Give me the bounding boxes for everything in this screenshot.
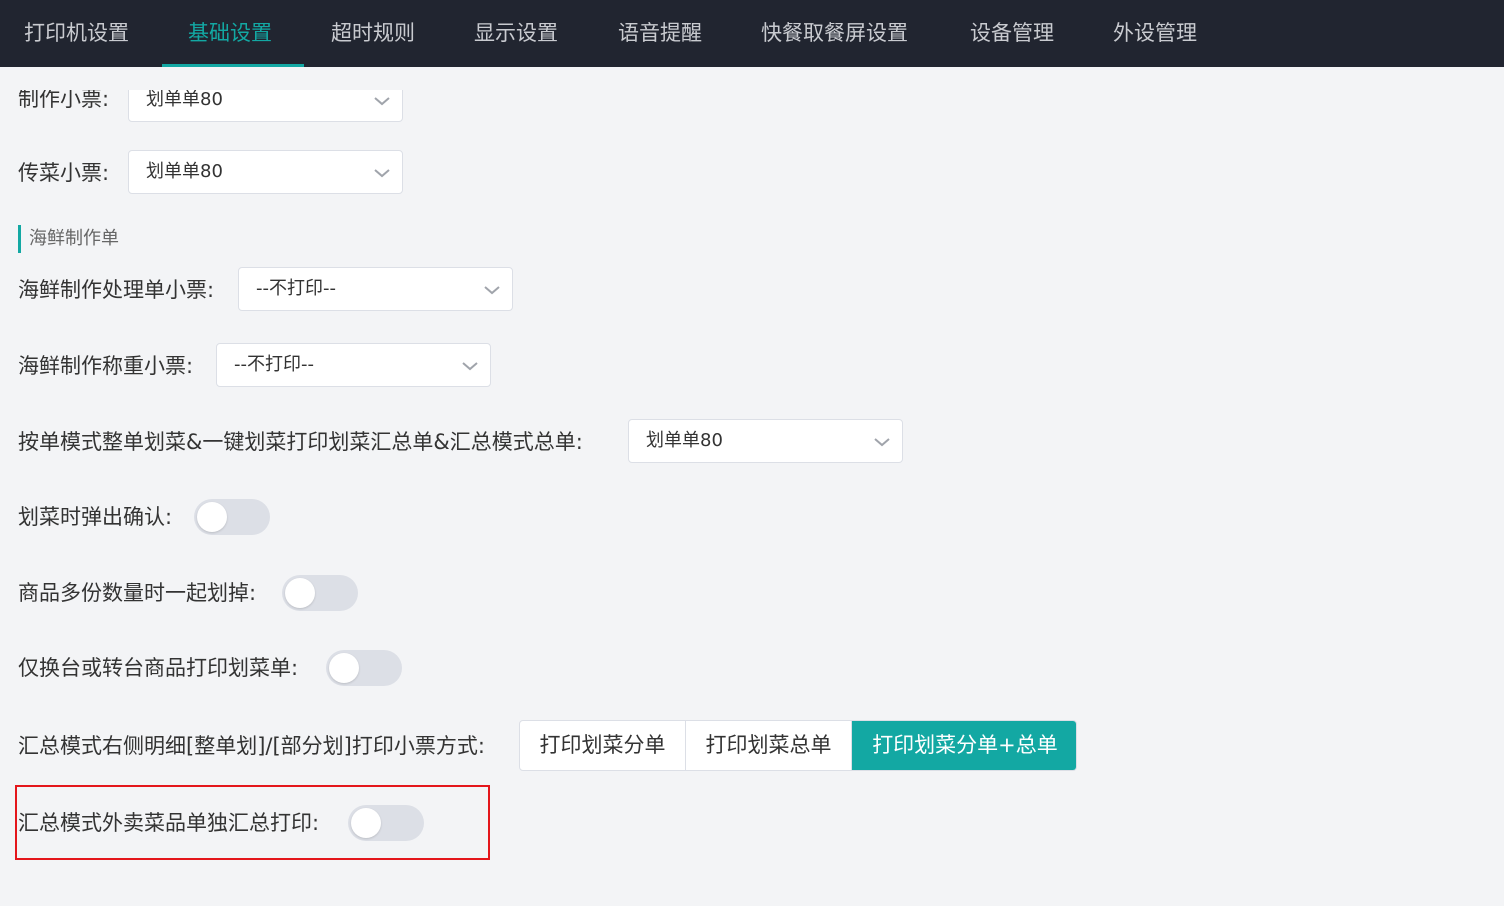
serve-ticket-select[interactable]: 划单单80 bbox=[128, 150, 403, 194]
confirm-popup-label: 划菜时弹出确认: bbox=[18, 505, 173, 529]
toggle-knob bbox=[351, 808, 381, 838]
print-split-button[interactable]: 打印划菜分单 bbox=[520, 721, 686, 770]
confirm-popup-toggle[interactable] bbox=[194, 499, 270, 535]
serve-ticket-label: 传菜小票: bbox=[18, 161, 110, 185]
print-mode-segmented: 打印划菜分单 打印划菜总单 打印划菜分单+总单 bbox=[519, 720, 1077, 771]
table-change-toggle[interactable] bbox=[326, 650, 402, 686]
tab-timeout-rules[interactable]: 超时规则 bbox=[331, 0, 415, 67]
summary-order-value: 划单单80 bbox=[646, 430, 723, 451]
toggle-knob bbox=[329, 653, 359, 683]
takeout-separate-toggle[interactable] bbox=[348, 805, 424, 841]
tab-device-management[interactable]: 设备管理 bbox=[970, 0, 1054, 67]
print-total-button[interactable]: 打印划菜总单 bbox=[686, 721, 852, 770]
toggle-knob bbox=[197, 502, 227, 532]
section-accent-bar bbox=[18, 225, 21, 253]
scroll-clip bbox=[0, 67, 1504, 90]
serve-ticket-value: 划单单80 bbox=[146, 161, 223, 182]
seafood-weigh-value: --不打印-- bbox=[234, 354, 314, 375]
seafood-process-label: 海鲜制作处理单小票: bbox=[18, 278, 215, 302]
tab-basic-settings[interactable]: 基础设置 bbox=[188, 0, 272, 67]
tab-printer-settings[interactable]: 打印机设置 bbox=[24, 0, 129, 67]
print-split-and-total-button[interactable]: 打印划菜分单+总单 bbox=[852, 721, 1076, 770]
seafood-process-value: --不打印-- bbox=[256, 278, 336, 299]
multi-qty-toggle[interactable] bbox=[282, 575, 358, 611]
chevron-down-icon bbox=[462, 362, 478, 371]
chevron-down-icon bbox=[374, 97, 390, 106]
summary-order-label: 按单模式整单划菜&一键划菜打印划菜汇总单&汇总模式总单: bbox=[18, 430, 583, 454]
tab-voice-reminder[interactable]: 语音提醒 bbox=[618, 0, 702, 67]
tab-pickup-screen-settings[interactable]: 快餐取餐屏设置 bbox=[761, 0, 908, 67]
top-nav: 打印机设置 基础设置 超时规则 显示设置 语音提醒 快餐取餐屏设置 设备管理 外… bbox=[0, 0, 1504, 67]
toggle-knob bbox=[285, 578, 315, 608]
chevron-down-icon bbox=[374, 169, 390, 178]
seafood-section-title: 海鲜制作单 bbox=[29, 228, 119, 249]
tab-peripheral-management[interactable]: 外设管理 bbox=[1113, 0, 1197, 67]
multi-qty-label: 商品多份数量时一起划掉: bbox=[18, 581, 257, 605]
seafood-weigh-select[interactable]: --不打印-- bbox=[216, 343, 491, 387]
seafood-process-select[interactable]: --不打印-- bbox=[238, 267, 513, 311]
summary-order-select[interactable]: 划单单80 bbox=[628, 419, 903, 463]
chevron-down-icon bbox=[874, 438, 890, 447]
seafood-weigh-label: 海鲜制作称重小票: bbox=[18, 354, 194, 378]
print-mode-label: 汇总模式右侧明细[整单划]/[部分划]打印小票方式: bbox=[18, 734, 485, 758]
chevron-down-icon bbox=[484, 286, 500, 295]
tab-display-settings[interactable]: 显示设置 bbox=[474, 0, 558, 67]
table-change-label: 仅换台或转台商品打印划菜单: bbox=[18, 656, 299, 680]
takeout-separate-label: 汇总模式外卖菜品单独汇总打印: bbox=[18, 811, 320, 835]
